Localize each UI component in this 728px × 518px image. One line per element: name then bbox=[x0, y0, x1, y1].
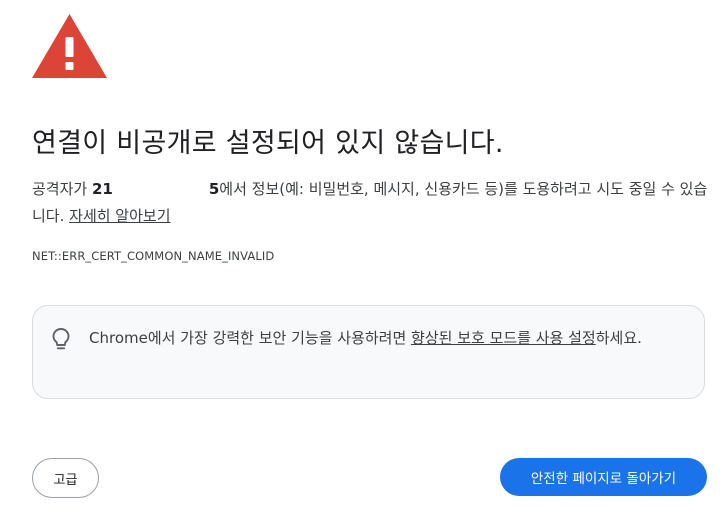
learn-more-link[interactable]: 자세히 알아보기 bbox=[69, 207, 170, 225]
warning-triangle-icon bbox=[32, 14, 107, 78]
error-code: NET::ERR_CERT_COMMON_NAME_INVALID bbox=[32, 249, 275, 263]
interstitial-page: 연결이 비공개로 설정되어 있지 않습니다. 공격자가 21 5에서 정보(예: … bbox=[0, 0, 728, 518]
advanced-button[interactable]: 고급 bbox=[32, 458, 99, 498]
host-name-end: 5 bbox=[208, 180, 220, 198]
back-to-safety-button[interactable]: 안전한 페이지로 돌아가기 bbox=[500, 458, 707, 496]
card-text-before: Chrome에서 가장 강력한 보안 기능을 사용하려면 bbox=[89, 329, 412, 347]
page-title: 연결이 비공개로 설정되어 있지 않습니다. bbox=[32, 128, 504, 159]
host-name-start: 21 bbox=[91, 180, 113, 198]
lightbulb-icon bbox=[52, 328, 70, 350]
enhanced-protection-card: Chrome에서 가장 강력한 보안 기능을 사용하려면 향상된 보호 모드를 … bbox=[32, 305, 705, 399]
description-prefix: 공격자가 bbox=[32, 180, 92, 198]
warning-description: 공격자가 21 5에서 정보(예: 비밀번호, 메시지, 신용카드 등)를 도용하… bbox=[32, 176, 712, 230]
card-text-after: 하세요. bbox=[595, 329, 642, 347]
enhanced-protection-text: Chrome에서 가장 강력한 보안 기능을 사용하려면 향상된 보호 모드를 … bbox=[89, 325, 689, 352]
enhanced-protection-link[interactable]: 향상된 보호 모드를 사용 설정 bbox=[411, 329, 596, 347]
